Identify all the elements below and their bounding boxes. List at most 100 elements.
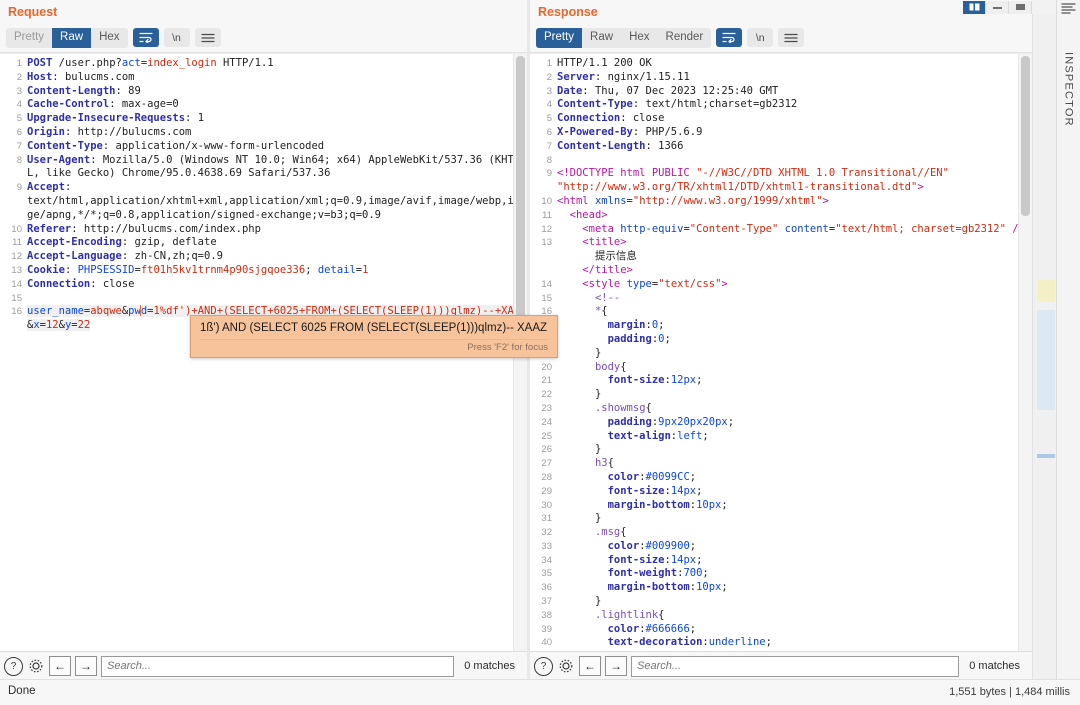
line-number: 7 — [16, 140, 22, 152]
tab-request-hex[interactable]: Hex — [91, 27, 128, 48]
line-content: Content-Type: text/html;charset=gb2312 — [557, 98, 798, 111]
line-number: 20 — [541, 361, 552, 373]
maximize-button[interactable] — [1009, 0, 1032, 14]
editor-line: 1 HTTP/1.1 200 OK — [530, 57, 1032, 71]
editor-line: 17 margin:0; — [530, 319, 1032, 333]
wrap-lines-icon[interactable] — [716, 28, 743, 47]
inspector-rail[interactable]: INSPECTOR — [1056, 0, 1080, 680]
help-icon[interactable]: ? — [4, 656, 23, 676]
request-match-count: 0 matches — [464, 660, 515, 672]
editor-line: 12 Accept-Language: zh-CN,zh;q=0.9 — [0, 250, 527, 264]
search-next-button[interactable]: → — [75, 656, 97, 676]
gear-icon[interactable] — [27, 657, 45, 675]
line-content: } — [557, 346, 602, 359]
editor-line: 40 text-decoration:underline; — [530, 636, 1032, 650]
line-number: 40 — [541, 637, 552, 649]
editor-line: 13 Cookie: PHPSESSID=ft01h5kv1trnm4p90sjg… — [0, 264, 527, 278]
menu-icon[interactable] — [778, 28, 805, 47]
editor-line: 16 *{ — [530, 305, 1032, 319]
editor-line: 32 .msg{ — [530, 526, 1032, 540]
line-number: 1 — [546, 58, 552, 69]
tab-response-hex[interactable]: Hex — [621, 27, 658, 48]
line-number: 5 — [546, 113, 552, 125]
request-search-input[interactable] — [101, 655, 455, 677]
editor-line: 11 Accept-Encoding: gzip, deflate — [0, 236, 527, 250]
line-number: 8 — [16, 154, 22, 166]
minimap-marker-blue — [1037, 310, 1055, 410]
editor-line: 36 margin-bottom:10px; — [530, 581, 1032, 595]
editor-line: 23 .showmsg{ — [530, 402, 1032, 416]
editor-line: 21 font-size:12px; — [530, 374, 1032, 388]
search-next-button[interactable]: → — [605, 656, 627, 676]
editor-line: 14 Connection: close — [0, 278, 527, 292]
line-content: Origin: http://bulucms.com — [27, 125, 192, 138]
editor-line: 26 } — [530, 443, 1032, 457]
tooltip-separator — [200, 339, 548, 340]
tab-response-pretty[interactable]: Pretty — [536, 27, 583, 48]
payload-tooltip: 1ß') AND (SELECT 6025 FROM (SELECT(SLEEP… — [190, 315, 558, 358]
line-number: 4 — [16, 99, 22, 111]
gear-icon[interactable] — [557, 657, 575, 675]
line-number: 35 — [541, 568, 552, 580]
editor-line: 24 padding:9px20px20px; — [530, 416, 1032, 430]
line-content: .msg{ — [594, 526, 627, 539]
editor-line: 10 <html xmlns="http://www.w3.org/1999/xh… — [530, 195, 1032, 209]
line-number: 38 — [541, 609, 552, 621]
tab-response-raw[interactable]: Raw — [582, 27, 622, 48]
tab-request-raw[interactable]: Raw — [52, 27, 92, 48]
line-content: X-Powered-By: PHP/5.6.9 — [557, 125, 703, 138]
editor-line: 15 — [0, 292, 527, 306]
editor-line: 5 Connection: close — [530, 112, 1032, 126]
editor-line: 6 Origin: http://bulucms.com — [0, 126, 527, 140]
newline-icon[interactable]: \n — [163, 28, 190, 47]
line-number: 13 — [541, 237, 552, 249]
line-number: 25 — [541, 430, 552, 442]
request-editor-lines[interactable]: 1 POST /user.php?act=index_login HTTP/1.1… — [0, 54, 527, 333]
editor-line: 19 } — [530, 347, 1032, 361]
line-number: 15 — [11, 292, 22, 304]
tab-request-pretty[interactable]: Pretty — [6, 27, 53, 48]
response-editor-lines[interactable]: 1 HTTP/1.1 200 OK 2 Server: nginx/1.15.11 3 D… — [530, 54, 1032, 651]
collapsed-side-strip[interactable] — [1032, 14, 1058, 680]
line-number: 33 — [541, 540, 552, 552]
request-view-tabs[interactable]: Pretty Raw Hex — [6, 27, 128, 48]
line-number: 30 — [541, 499, 552, 511]
line-number: 27 — [541, 458, 552, 470]
editor-line: 4 Cache-Control: max-age=0 — [0, 98, 527, 112]
line-content: Referer: http://bulucms.com/index.php — [27, 222, 261, 235]
menu-icon[interactable] — [194, 28, 221, 47]
tab-response-render[interactable]: Render — [657, 27, 712, 48]
line-content: margin-bottom:10px; — [607, 581, 728, 594]
response-search-input[interactable] — [631, 655, 960, 677]
editor-line: 10 Referer: http://bulucms.com/index.php — [0, 223, 527, 237]
response-view-tabs[interactable]: Pretty Raw Hex Render — [536, 27, 712, 48]
inspector-toggle-icon[interactable] — [1061, 2, 1076, 20]
editor-line: 34 font-size:14px; — [530, 554, 1032, 568]
editor-line: 3 Date: Thu, 07 Dec 2023 12:25:40 GMT — [530, 85, 1032, 99]
editor-line: 33 color:#009900; — [530, 540, 1032, 554]
response-match-count: 0 matches — [969, 660, 1020, 672]
editor-line: 30 margin-bottom:10px; — [530, 499, 1032, 513]
editor-line: 6 X-Powered-By: PHP/5.6.9 — [530, 126, 1032, 140]
help-icon[interactable]: ? — [534, 656, 553, 676]
tooltip-text: 1ß') AND (SELECT 6025 FROM (SELECT(SLEEP… — [200, 322, 548, 334]
editor-line: 18 padding:0; — [530, 333, 1032, 347]
request-control-bar: Pretty Raw Hex \n — [0, 24, 527, 53]
line-number: 14 — [11, 278, 22, 290]
split-view-button[interactable] — [963, 0, 986, 14]
line-content: Cache-Control: max-age=0 — [27, 98, 179, 111]
search-prev-button[interactable]: ← — [49, 656, 71, 676]
line-number: 24 — [541, 416, 552, 428]
line-content: Content-Length: 1366 — [557, 139, 684, 152]
line-number: 21 — [541, 375, 552, 387]
line-content: *{ — [594, 305, 608, 318]
wrap-lines-icon[interactable] — [132, 28, 159, 47]
response-editor[interactable]: 1 HTTP/1.1 200 OK 2 Server: nginx/1.15.11 3 D… — [530, 53, 1032, 651]
line-number: 26 — [541, 444, 552, 456]
line-number: 37 — [541, 596, 552, 608]
minimize-button[interactable] — [986, 0, 1009, 14]
newline-icon[interactable]: \n — [747, 28, 774, 47]
search-prev-button[interactable]: ← — [579, 656, 601, 676]
line-content: color:#009900; — [607, 539, 697, 552]
response-scrollbar[interactable] — [1018, 54, 1032, 651]
